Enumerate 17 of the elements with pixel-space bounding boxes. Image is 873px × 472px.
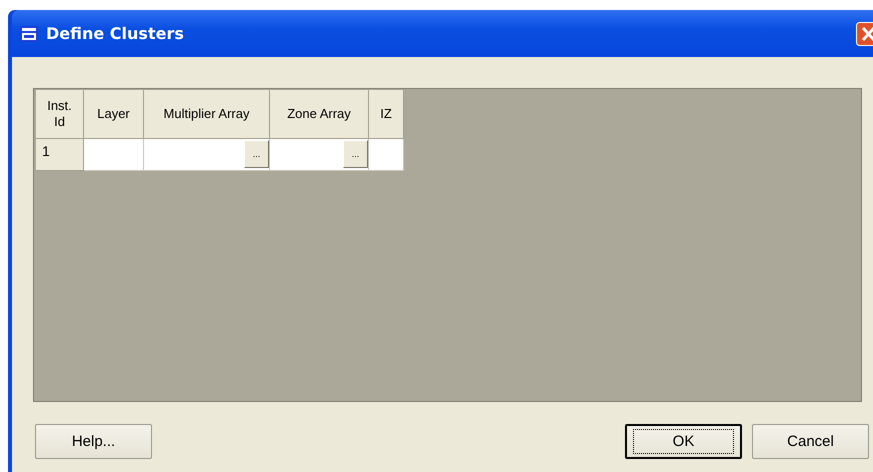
dialog-button[interactable]: OK xyxy=(625,424,742,459)
column-header: Layer xyxy=(84,90,144,139)
browse-button[interactable]: ... xyxy=(244,140,269,168)
column-header: IZ xyxy=(369,90,404,139)
app-icon xyxy=(20,26,38,42)
browse-button[interactable]: ... xyxy=(343,140,368,168)
table-cell[interactable] xyxy=(369,139,404,171)
table-cell[interactable]: ... xyxy=(144,139,270,171)
column-header: Zone Array xyxy=(270,90,369,139)
dialog-button[interactable]: Cancel xyxy=(752,424,869,459)
table-cell[interactable]: ... xyxy=(270,139,369,171)
column-header: Inst. Id xyxy=(36,90,84,139)
column-header: Multiplier Array xyxy=(144,90,270,139)
window-title: Define Clusters xyxy=(46,24,184,43)
row-header: 1 xyxy=(36,139,84,171)
dialog-button[interactable]: Help... xyxy=(35,424,152,459)
table-cell[interactable] xyxy=(84,139,144,171)
